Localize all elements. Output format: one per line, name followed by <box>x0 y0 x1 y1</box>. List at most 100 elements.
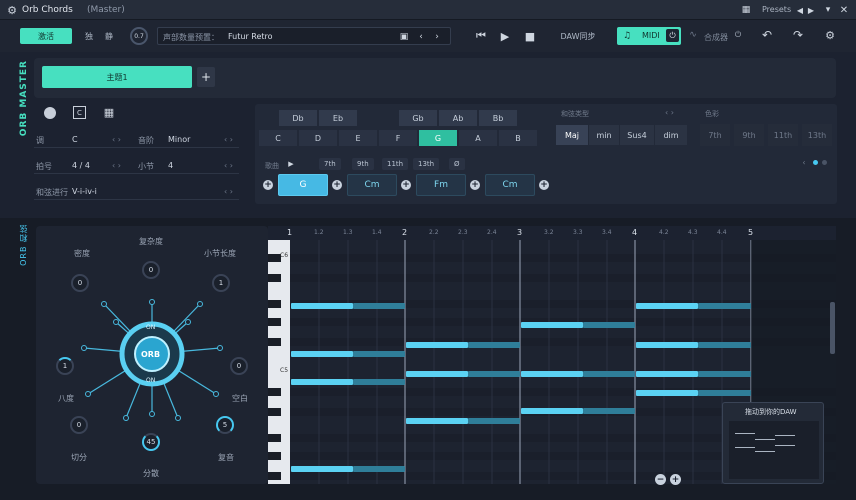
power-icon[interactable]: ⏻ <box>666 29 679 42</box>
chord-type-min[interactable]: min <box>589 125 619 145</box>
tag-7th[interactable]: 7th <box>319 158 341 170</box>
note[interactable] <box>291 303 353 309</box>
keyboard-icon[interactable]: ▦ <box>740 4 752 16</box>
bar-length-knob[interactable]: 1 <box>212 274 230 292</box>
page-dot-active[interactable] <box>813 160 818 165</box>
note[interactable] <box>636 371 698 377</box>
key-gb[interactable]: Gb <box>399 110 437 126</box>
key-c[interactable]: C <box>259 130 297 146</box>
power-icon[interactable]: ⏻ <box>732 29 744 41</box>
note[interactable] <box>636 390 698 396</box>
stop-icon[interactable]: ■ <box>523 29 537 43</box>
zoom-in-icon[interactable]: + <box>670 474 681 485</box>
note[interactable] <box>521 322 583 328</box>
orb-center[interactable]: ORB <box>141 350 160 359</box>
bars-value[interactable]: 4 <box>168 161 173 170</box>
play-small-icon[interactable]: ▶ <box>286 159 296 169</box>
key-g[interactable]: G <box>419 130 457 146</box>
note[interactable] <box>291 351 353 357</box>
key-b[interactable]: B <box>499 130 537 146</box>
mute-button[interactable]: 静 <box>102 28 116 44</box>
tag-half-dim[interactable]: Ø <box>449 158 465 170</box>
add-chord-icon[interactable]: + <box>539 180 549 190</box>
midi-toggle[interactable]: ♫ MIDI ⏻ <box>617 27 681 45</box>
chord-type-dim[interactable]: dim <box>655 125 687 145</box>
key-eb[interactable]: Eb <box>319 110 357 126</box>
ext-9th[interactable]: 9th <box>734 124 764 146</box>
note[interactable] <box>636 303 698 309</box>
key-arrows[interactable]: ‹ › <box>112 135 121 144</box>
daw-sync-button[interactable]: DAW同步 <box>556 28 600 44</box>
complexity-knob[interactable]: 0 <box>142 261 160 279</box>
spread-knob[interactable]: 45 <box>142 433 160 451</box>
progression-chord-3[interactable]: Fm <box>416 174 466 196</box>
progression-chord-2[interactable]: Cm <box>347 174 397 196</box>
undo-icon[interactable]: ↶ <box>760 28 774 42</box>
settings-icon[interactable]: ⚙ <box>823 28 837 42</box>
add-theme-button[interactable]: + <box>197 67 215 87</box>
ext-13th[interactable]: 13th <box>802 124 832 146</box>
chord-type-arrows[interactable]: ‹ › <box>665 108 674 117</box>
vertical-scrollbar[interactable] <box>830 302 835 354</box>
solo-button[interactable]: 独 <box>82 28 96 44</box>
tag-11th[interactable]: 11th <box>382 158 409 170</box>
play-icon[interactable]: ▶ <box>498 29 512 43</box>
add-chord-icon[interactable]: + <box>401 180 411 190</box>
tag-9th[interactable]: 9th <box>352 158 374 170</box>
synth-label[interactable]: 合成器 <box>704 32 728 43</box>
key-bb[interactable]: Bb <box>479 110 517 126</box>
presets-label[interactable]: Presets <box>762 5 791 14</box>
key-e[interactable]: E <box>339 130 377 146</box>
chord-type-sus4[interactable]: Sus4 <box>620 125 654 145</box>
orb-on-top[interactable]: ON <box>146 324 155 331</box>
redo-icon[interactable]: ↷ <box>791 28 805 42</box>
polyphony-knob[interactable]: 5 <box>216 416 234 434</box>
note[interactable] <box>636 342 698 348</box>
add-chord-icon[interactable]: + <box>332 180 342 190</box>
key-db[interactable]: Db <box>279 110 317 126</box>
progression-chord-1[interactable]: G <box>278 174 328 196</box>
note[interactable] <box>291 466 353 472</box>
note[interactable] <box>291 379 353 385</box>
chevron-right-icon[interactable]: › <box>432 31 442 43</box>
zoom-out-icon[interactable]: − <box>655 474 666 485</box>
note[interactable] <box>521 408 583 414</box>
skip-back-icon[interactable]: ⏮ <box>474 29 488 43</box>
close-icon[interactable]: ✕ <box>838 4 850 16</box>
key-f[interactable]: F <box>379 130 417 146</box>
density-knob[interactable]: 0 <box>71 274 89 292</box>
gap-knob[interactable]: 0 <box>230 357 248 375</box>
progression-arrows[interactable]: ‹ › <box>224 187 233 196</box>
gear-icon[interactable]: ⚙ <box>6 4 18 17</box>
page-dot[interactable] <box>822 160 827 165</box>
note[interactable] <box>521 371 583 377</box>
preset-name[interactable]: Futur Retro <box>228 32 273 41</box>
piano-keys[interactable]: C6 C5 <box>268 240 290 484</box>
ext-11th[interactable]: 11th <box>768 124 798 146</box>
octave-knob[interactable]: 1 <box>56 357 74 375</box>
key-a[interactable]: A <box>459 130 497 146</box>
time-sig-value[interactable]: 4 / 4 <box>72 161 90 170</box>
add-chord-icon[interactable]: + <box>470 180 480 190</box>
chord-type-maj[interactable]: Maj <box>556 125 588 145</box>
volume-knob[interactable]: 0.7 <box>130 27 148 45</box>
theme-tab[interactable]: 主题1 <box>42 66 192 88</box>
chevron-left-icon[interactable]: ‹ <box>800 157 808 167</box>
note[interactable] <box>406 342 468 348</box>
key-value[interactable]: C <box>72 135 78 144</box>
note[interactable] <box>406 418 468 424</box>
scale-value[interactable]: Minor <box>168 135 190 144</box>
progression-chord-4[interactable]: Cm <box>485 174 535 196</box>
tag-13th[interactable]: 13th <box>413 158 440 170</box>
menu-icon[interactable]: ▾ <box>822 4 834 16</box>
save-icon[interactable]: ▣ <box>398 31 410 43</box>
bars-arrows[interactable]: ‹ › <box>224 161 233 170</box>
key-ab[interactable]: Ab <box>439 110 477 126</box>
ext-7th[interactable]: 7th <box>700 124 730 146</box>
add-chord-icon[interactable]: + <box>263 180 273 190</box>
syncopation-knob[interactable]: 0 <box>70 416 88 434</box>
activate-button[interactable]: 激活 <box>20 28 72 44</box>
note[interactable] <box>406 371 468 377</box>
chevron-left-icon[interactable]: ‹ <box>416 31 426 43</box>
orb-on-bottom[interactable]: ON <box>146 377 155 384</box>
